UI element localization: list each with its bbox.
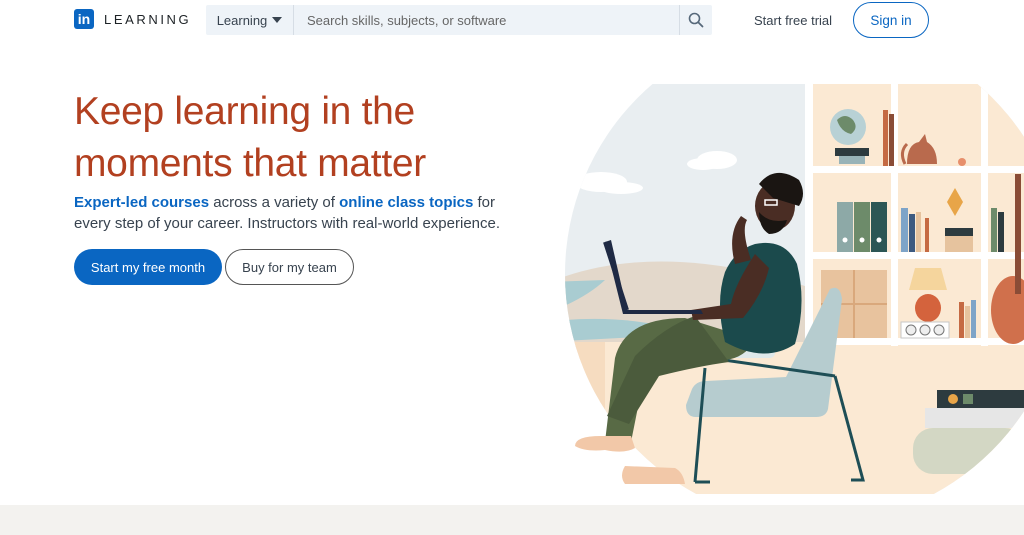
start-free-month-button[interactable]: Start my free month (74, 249, 222, 285)
online-class-topics-link[interactable]: online class topics (339, 194, 473, 211)
linkedin-logo-icon: in (74, 9, 94, 29)
expert-led-courses-link[interactable]: Expert-led courses (74, 194, 209, 211)
subtitle-text: across a variety of (209, 194, 340, 211)
start-free-trial-link[interactable]: Start free trial (754, 13, 832, 28)
hero-illustration (565, 84, 1024, 494)
hero-subtitle: Expert-led courses across a variety of o… (74, 192, 524, 234)
footer-band (0, 505, 1024, 535)
buy-for-team-button[interactable]: Buy for my team (225, 249, 354, 285)
search-bar: Learning (206, 5, 712, 35)
hero-title: Keep learning in the moments that matter (74, 90, 426, 185)
linkedin-learning-logo[interactable]: in LEARNING (74, 9, 191, 29)
logo-text: LEARNING (104, 11, 192, 27)
search-icon (688, 12, 704, 28)
caret-down-icon (272, 17, 283, 23)
top-nav: in LEARNING Learning Start free trial Si… (0, 0, 1024, 40)
search-category-dropdown[interactable]: Learning (206, 5, 294, 35)
search-button[interactable] (679, 5, 712, 35)
search-category-label: Learning (216, 12, 268, 28)
sign-in-button[interactable]: Sign in (853, 2, 929, 38)
search-input[interactable] (294, 6, 679, 34)
